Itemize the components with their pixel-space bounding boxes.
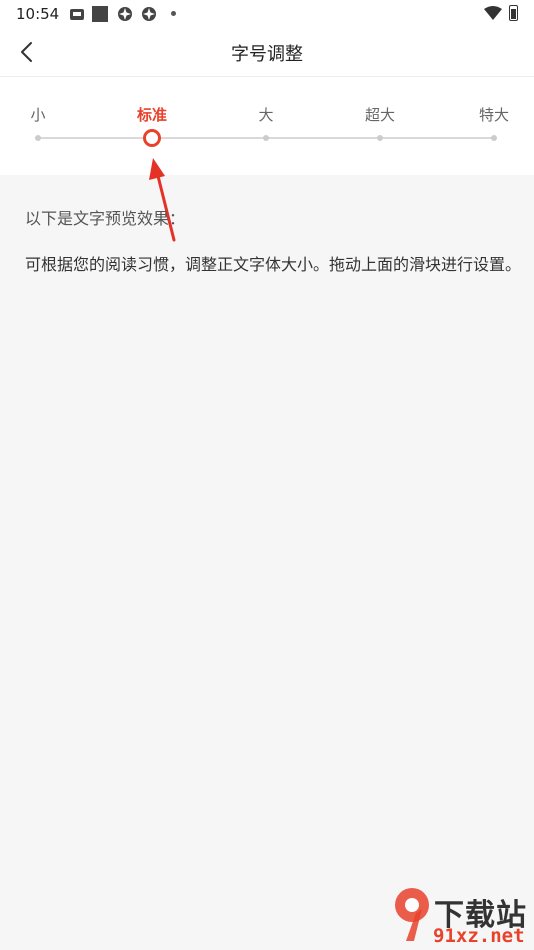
slider-tick[interactable] <box>377 135 383 141</box>
slider-tick[interactable] <box>263 135 269 141</box>
font-size-slider-panel: 小 标准 大 超大 特大 <box>0 77 534 175</box>
slider-tick[interactable] <box>491 135 497 141</box>
watermark-logo-icon: 9 <box>395 888 429 941</box>
preview-body: 可根据您的阅读习惯，调整正文字体大小。拖动上面的滑块进行设置。 <box>25 255 522 274</box>
status-bar: 10:54 <box>0 0 534 28</box>
battery-charging-icon <box>509 5 518 21</box>
annotation-arrow-icon <box>149 158 176 242</box>
page-title: 字号调整 <box>231 44 303 65</box>
status-time: 10:54 <box>16 5 60 23</box>
dot-icon <box>171 11 176 16</box>
aperture-icon <box>118 7 132 21</box>
aperture-icon <box>142 7 156 21</box>
size-option-standard[interactable]: 标准 <box>137 104 167 125</box>
size-option-large[interactable]: 大 <box>258 104 273 125</box>
size-option-small[interactable]: 小 <box>30 104 45 125</box>
size-option-huge[interactable]: 特大 <box>479 104 509 125</box>
size-option-extra-large[interactable]: 超大 <box>365 104 395 125</box>
square-app-icon <box>92 6 108 22</box>
app-bar: 字号调整 <box>0 28 534 77</box>
preview-title: 以下是文字预览效果： <box>25 209 186 228</box>
watermark-url: 91xz.net <box>433 925 525 947</box>
app-icon <box>70 9 84 20</box>
slider-thumb[interactable] <box>143 129 161 147</box>
wifi-icon <box>484 6 502 20</box>
slider-tick[interactable] <box>35 135 41 141</box>
